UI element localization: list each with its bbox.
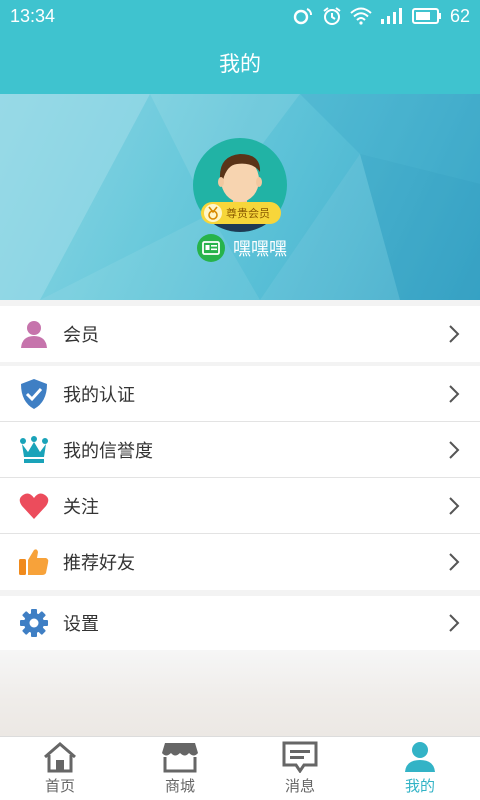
battery-icon	[411, 8, 441, 24]
vip-badge-text: 尊贵会员	[226, 207, 270, 220]
signal-icon	[380, 8, 402, 24]
menu-label-credit: 我的信誉度	[63, 440, 153, 462]
user-icon	[405, 742, 435, 772]
page-title: 我的	[219, 52, 261, 76]
menu-item-recommend[interactable]: 推荐好友	[0, 534, 480, 590]
wifi-icon	[350, 7, 372, 25]
home-icon	[44, 742, 76, 773]
chevron-right-icon	[449, 441, 460, 459]
menu-item-follow[interactable]: 关注	[0, 478, 480, 534]
chevron-right-icon	[449, 497, 460, 515]
chevron-right-icon	[449, 553, 460, 571]
shield-check-icon	[17, 377, 51, 411]
menu-item-member[interactable]: 会员	[0, 306, 480, 362]
menu-label-recommend: 推荐好友	[63, 553, 135, 574]
tab-mine-label: 我的	[404, 777, 435, 795]
chevron-right-icon	[449, 614, 460, 632]
menu-label-settings: 设置	[63, 614, 99, 635]
bottom-tab-bar: 首页 商城 消息 我的	[0, 736, 480, 800]
alarm-icon	[323, 7, 341, 25]
tab-messages[interactable]: 消息	[240, 737, 360, 800]
username: 嘿嘿嘿	[233, 239, 287, 260]
menu-label-certification: 我的认证	[63, 384, 135, 406]
content-spacer	[0, 650, 480, 736]
gear-icon	[17, 606, 51, 640]
menu-group-member: 会员	[0, 306, 480, 362]
heart-icon	[17, 489, 51, 523]
menu-item-settings[interactable]: 设置	[0, 596, 480, 650]
menu-group-settings: 设置	[0, 596, 480, 650]
vip-badge: 尊贵会员	[201, 202, 281, 224]
menu-label-member: 会员	[63, 325, 99, 346]
thumbs-up-icon	[17, 545, 51, 579]
status-time: 13:34	[10, 5, 56, 26]
chevron-right-icon	[449, 325, 460, 343]
tab-home-label: 首页	[44, 777, 75, 795]
profile-header: 嘿嘿嘿	[0, 94, 480, 300]
menu-label-follow: 关注	[63, 496, 99, 518]
tab-messages-label: 消息	[284, 777, 315, 795]
vibrate-icon	[293, 8, 312, 25]
person-icon	[17, 317, 51, 351]
menu-item-certification[interactable]: 我的认证	[0, 366, 480, 422]
chevron-right-icon	[449, 385, 460, 403]
menu-group-main: 我的认证 我的信誉度 关注 推荐好友	[0, 366, 480, 590]
store-icon	[162, 743, 198, 773]
tab-home[interactable]: 首页	[0, 737, 120, 800]
tab-mine[interactable]: 我的	[360, 737, 480, 800]
id-card-icon	[197, 234, 225, 262]
tab-shop-label: 商城	[164, 777, 195, 795]
crown-icon	[17, 433, 51, 467]
tab-shop[interactable]: 商城	[120, 737, 240, 800]
status-bar: 13:34 62	[0, 0, 480, 32]
menu-item-credit[interactable]: 我的信誉度	[0, 422, 480, 478]
medal-icon	[204, 204, 222, 222]
username-row[interactable]: 嘿嘿嘿	[197, 234, 287, 262]
message-icon	[282, 741, 318, 773]
battery-percent: 62	[449, 5, 470, 26]
title-bar: 我的	[0, 32, 480, 94]
